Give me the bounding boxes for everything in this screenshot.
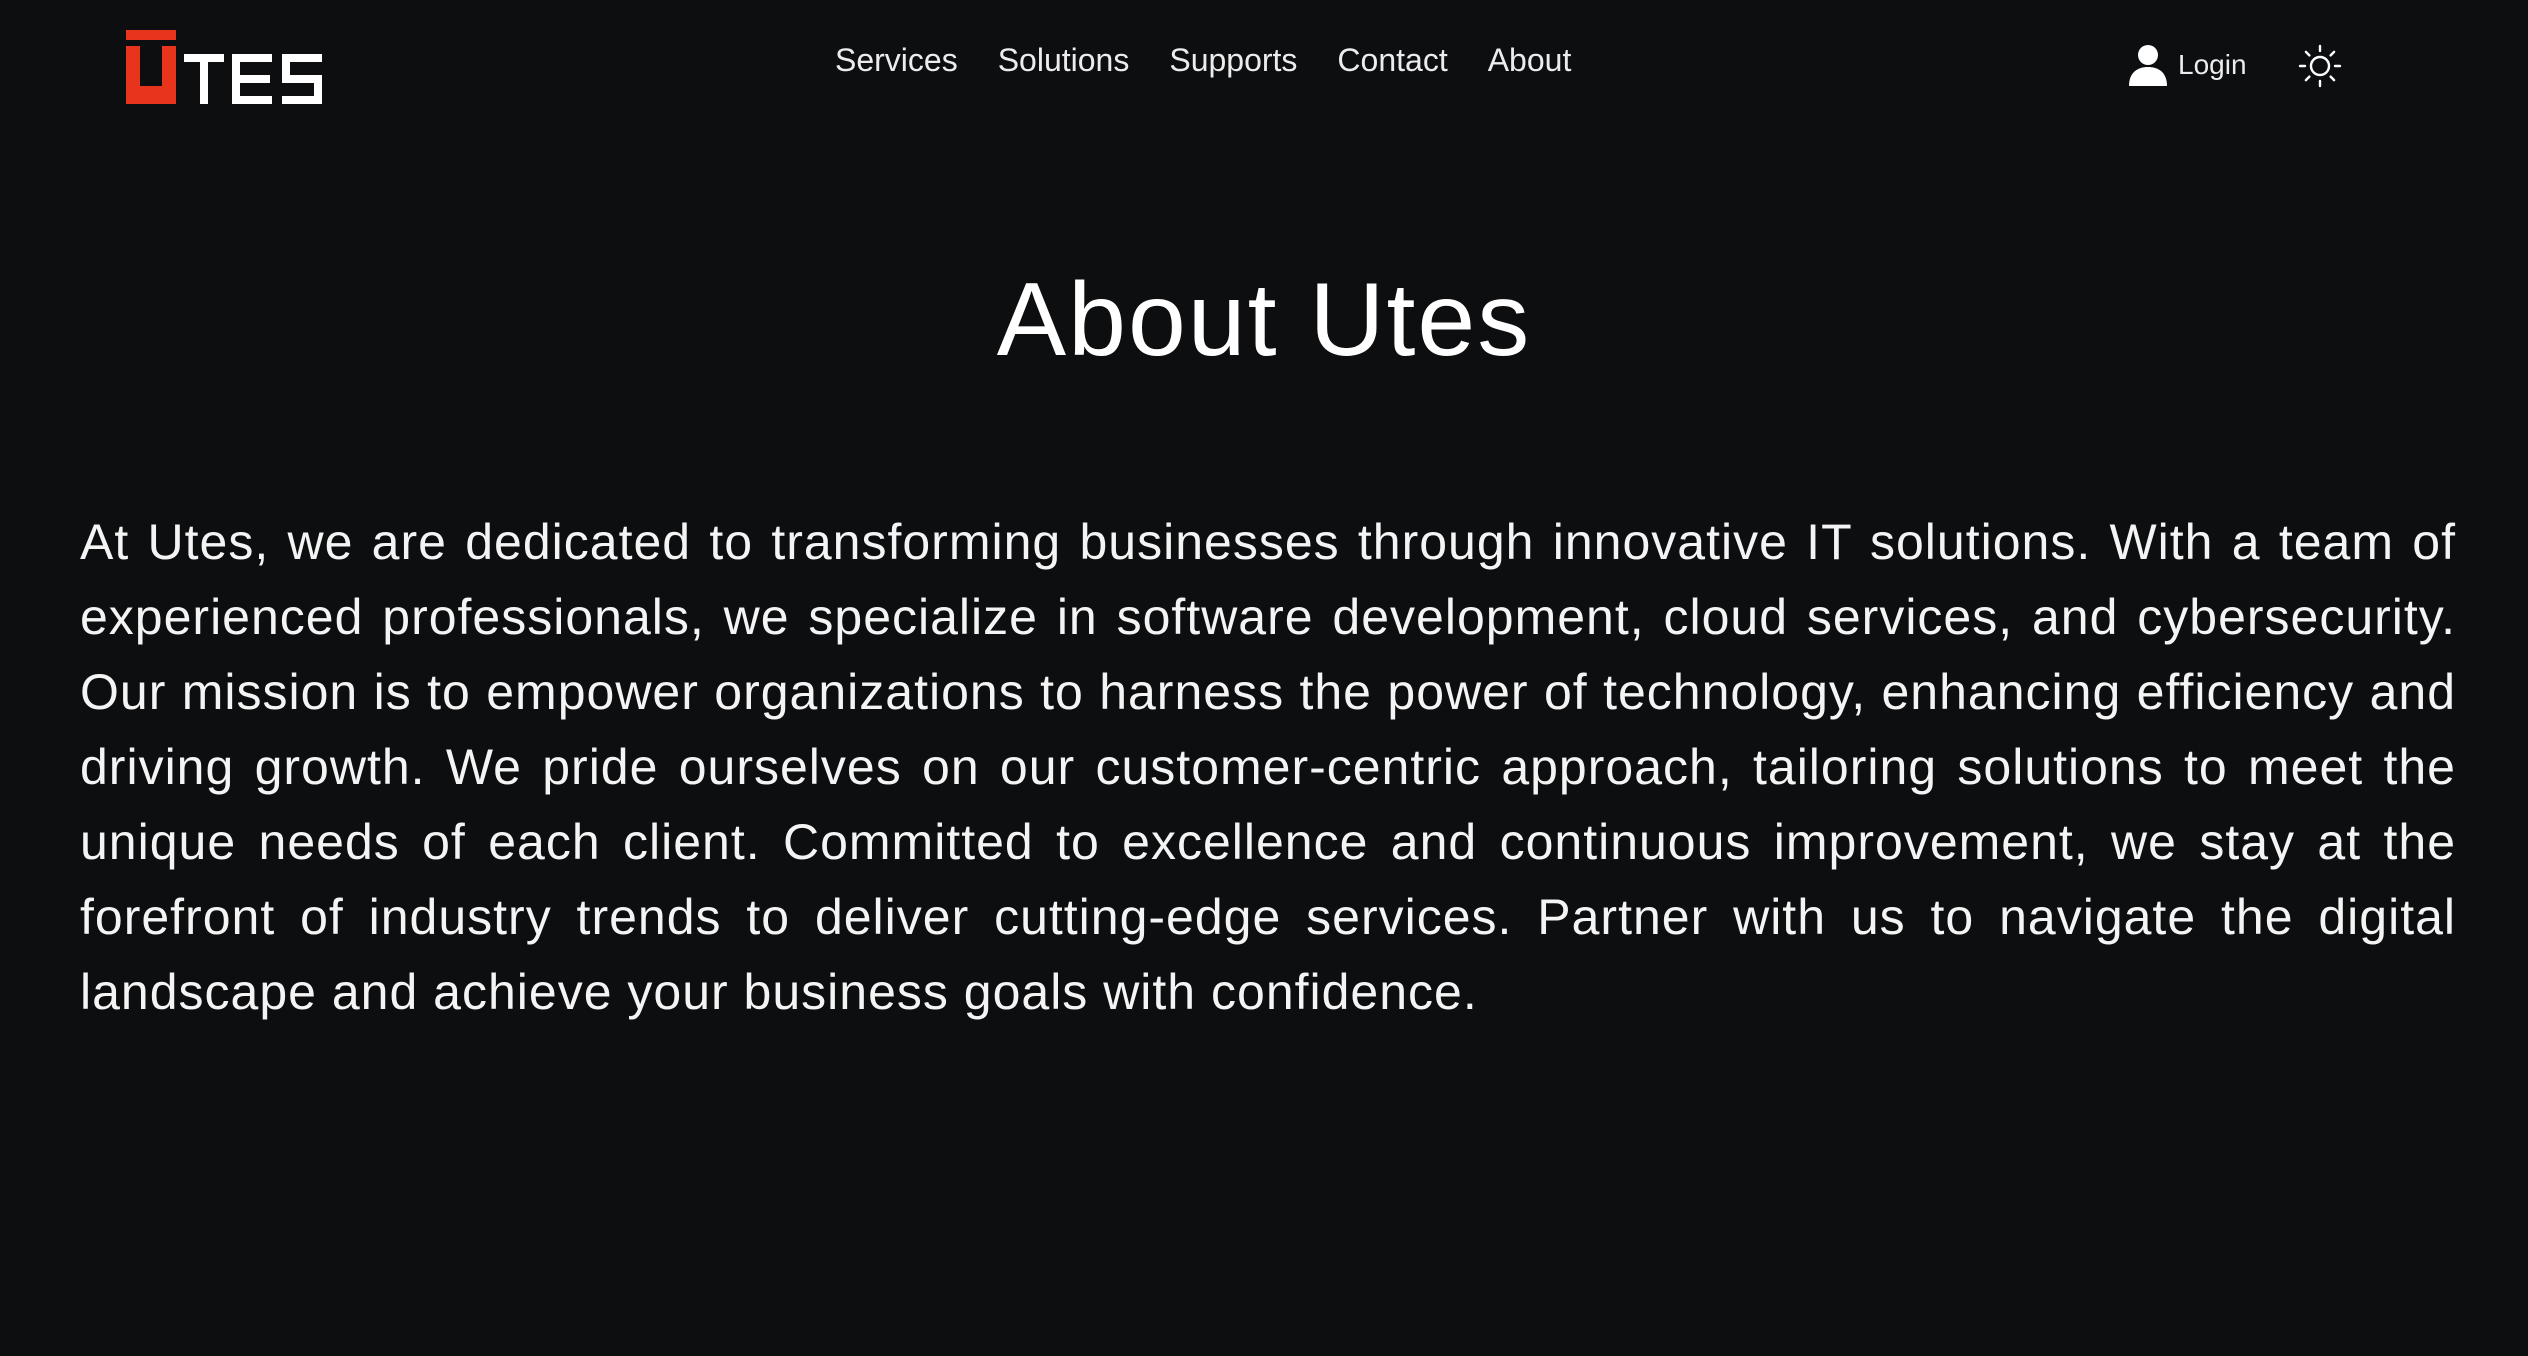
login-button[interactable]: Login [2128, 44, 2247, 86]
nav-link-solutions[interactable]: Solutions [998, 42, 1130, 79]
user-icon [2128, 44, 2168, 86]
utes-logo-mark [126, 30, 322, 104]
page-title: About Utes [996, 262, 1532, 378]
nav-link-about[interactable]: About [1488, 42, 1572, 79]
login-label: Login [2178, 49, 2247, 80]
nav-link-contact[interactable]: Contact [1337, 42, 1447, 79]
sun-icon [2298, 44, 2342, 88]
site-header: Services Solutions Supports Contact Abou… [0, 0, 2528, 140]
about-paragraph: At Utes, we are dedicated to transformin… [80, 514, 2456, 1020]
main-nav: Services Solutions Supports Contact Abou… [835, 42, 1571, 79]
brand-logo[interactable] [126, 30, 346, 106]
theme-toggle-button[interactable] [2298, 44, 2342, 88]
nav-link-supports[interactable]: Supports [1169, 42, 1297, 79]
nav-link-services[interactable]: Services [835, 42, 958, 79]
